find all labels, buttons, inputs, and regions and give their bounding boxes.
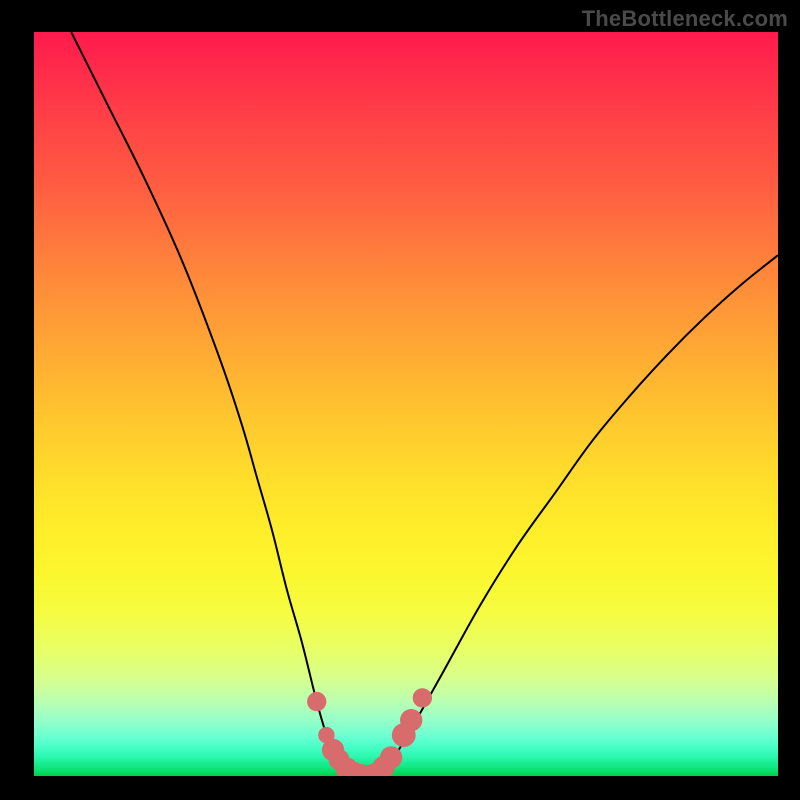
curve-marker	[413, 688, 432, 707]
watermark-text: TheBottleneck.com	[582, 6, 788, 32]
chart-overlay	[34, 32, 778, 776]
bottleneck-curve	[71, 32, 778, 776]
chart-frame: TheBottleneck.com	[0, 0, 800, 800]
curve-marker	[307, 692, 326, 711]
curve-marker	[400, 709, 422, 731]
curve-marker	[380, 746, 402, 768]
plot-area	[34, 32, 778, 776]
